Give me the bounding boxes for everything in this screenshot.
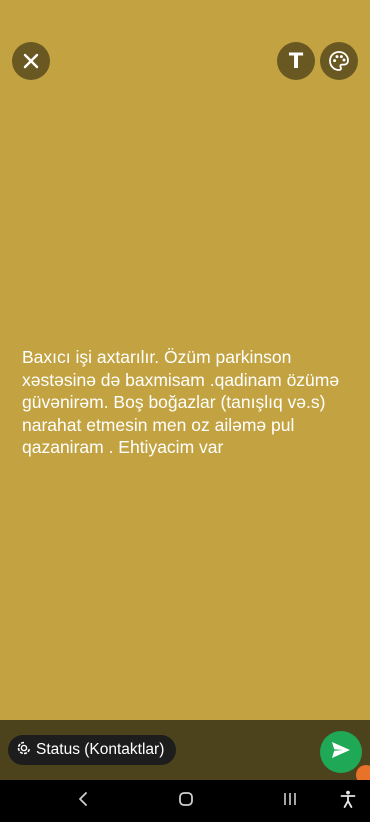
accessibility-icon	[340, 790, 356, 813]
close-button[interactable]	[12, 42, 50, 80]
back-icon	[77, 791, 89, 812]
close-icon	[23, 53, 39, 69]
send-button[interactable]	[320, 731, 362, 773]
status-text[interactable]: Baxıcı işi axtarılır. Özüm parkinson xəs…	[22, 346, 352, 459]
home-icon	[178, 791, 194, 812]
status-composer-screen: T Baxıcı işi axtarılır. Özüm parkinson x…	[0, 0, 370, 822]
send-icon	[331, 741, 351, 764]
status-audience-label: Status (Kontaktlar)	[36, 741, 165, 758]
status-icon	[17, 741, 31, 760]
status-audience-button[interactable]: Status (Kontaktlar)	[8, 735, 177, 765]
text-tool-icon: T	[288, 48, 304, 73]
recents-icon	[282, 792, 298, 811]
palette-icon	[328, 50, 350, 72]
home-button[interactable]	[174, 789, 198, 813]
accessibility-button[interactable]	[336, 789, 360, 813]
palette-button[interactable]	[320, 42, 358, 80]
recents-button[interactable]	[278, 789, 302, 813]
text-tool-button[interactable]: T	[277, 42, 315, 80]
composer-bottom-bar: Status (Kontaktlar)	[0, 720, 370, 780]
system-navigation-bar	[0, 780, 370, 822]
back-button[interactable]	[71, 789, 95, 813]
